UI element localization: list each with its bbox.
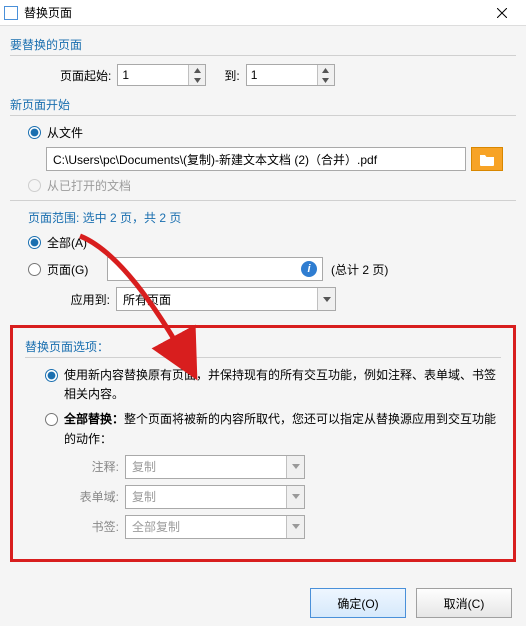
chevron-down-icon [194, 78, 201, 83]
apply-to-select[interactable]: 所有页面 [116, 287, 336, 311]
pages-radio-row: 页面(G) i (总计 2 页) [28, 257, 516, 281]
chevron-down-icon [292, 464, 300, 469]
page-range-row: 页面起始: 到: [10, 64, 516, 86]
group-label-new-page-start: 新页面开始 [10, 96, 516, 113]
page-start-input[interactable] [118, 65, 188, 85]
opt-full-replace-bold: 全部替换： [64, 412, 124, 426]
from-file-radio[interactable] [28, 126, 41, 139]
opt-full-replace-rest: 整个页面将被新的内容所取代，您还可以指定从替换源应用到交互功能的动作： [64, 412, 496, 445]
page-end-input[interactable] [247, 65, 317, 85]
page-start-down[interactable] [189, 75, 205, 85]
from-open-radio[interactable] [28, 179, 41, 192]
chevron-down-icon [292, 524, 300, 529]
browse-button[interactable] [471, 147, 503, 171]
close-button[interactable] [482, 0, 522, 26]
bookmark-row: 书签: 全部复制 [25, 515, 501, 539]
chevron-down-icon [292, 494, 300, 499]
pages-radio-label-wrap[interactable]: 页面(G) [28, 261, 107, 278]
chevron-down-icon [322, 78, 329, 83]
file-path-row [28, 147, 516, 171]
from-open-label: 从已打开的文档 [47, 177, 131, 194]
titlebar: 替换页面 [0, 0, 526, 26]
chevron-up-icon [194, 68, 201, 73]
info-icon[interactable]: i [301, 261, 317, 277]
opt-full-replace: 全部替换：整个页面将被新的内容所取代，您还可以指定从替换源应用到交互功能的动作： [25, 410, 501, 448]
page-end-spinner[interactable] [246, 64, 335, 86]
page-start-spinner[interactable] [117, 64, 206, 86]
apply-to-label: 应用到: [28, 291, 110, 308]
file-path-input[interactable] [46, 147, 466, 171]
page-end-down[interactable] [318, 75, 334, 85]
opt-keep-interactive-radio[interactable] [45, 369, 58, 382]
all-pages-radio-row[interactable]: 全部(A) [28, 234, 516, 251]
form-value: 复制 [126, 488, 286, 505]
apply-to-value: 所有页面 [117, 291, 317, 308]
group-label-replace-options: 替换页面选项： [25, 338, 501, 355]
annotation-select[interactable]: 复制 [125, 455, 305, 479]
form-label: 表单域: [69, 488, 119, 505]
opt-full-replace-radio[interactable] [45, 413, 58, 426]
opt-full-replace-text: 全部替换：整个页面将被新的内容所取代，您还可以指定从替换源应用到交互功能的动作： [64, 410, 501, 448]
chevron-up-icon [322, 68, 329, 73]
page-start-up[interactable] [189, 65, 205, 75]
replace-options-box: 替换页面选项： 使用新内容替换原有页面，并保持现有的所有交互功能，例如注释、表单… [10, 325, 516, 562]
apply-to-row: 应用到: 所有页面 [28, 287, 516, 311]
all-pages-label: 全部(A) [47, 234, 87, 251]
app-icon [4, 6, 18, 20]
all-pages-radio[interactable] [28, 236, 41, 249]
folder-icon [479, 153, 495, 166]
annotation-label: 注释: [69, 458, 119, 475]
divider [10, 55, 516, 56]
bookmark-select[interactable]: 全部复制 [125, 515, 305, 539]
ok-button[interactable]: 确定(O) [310, 588, 406, 618]
dialog-content: 要替换的页面 页面起始: 到: 新页面开始 [0, 26, 526, 626]
pages-input[interactable] [107, 257, 323, 281]
bookmark-caret [286, 516, 304, 538]
from-file-radio-row[interactable]: 从文件 [28, 124, 516, 141]
bookmark-value: 全部复制 [126, 518, 286, 535]
from-file-label: 从文件 [47, 124, 83, 141]
opt-full-replace-label[interactable]: 全部替换：整个页面将被新的内容所取代，您还可以指定从替换源应用到交互功能的动作： [45, 410, 501, 448]
chevron-down-icon [323, 297, 331, 302]
bookmark-label: 书签: [69, 518, 119, 535]
page-start-label: 页面起始: [60, 67, 111, 84]
group-label-pages-to-replace: 要替换的页面 [10, 36, 516, 53]
annotation-caret [286, 456, 304, 478]
opt-keep-interactive-label[interactable]: 使用新内容替换原有页面，并保持现有的所有交互功能，例如注释、表单域、书签相关内容… [45, 366, 501, 404]
form-row: 表单域: 复制 [25, 485, 501, 509]
opt-keep-interactive-text: 使用新内容替换原有页面，并保持现有的所有交互功能，例如注释、表单域、书签相关内容… [64, 366, 501, 404]
page-end-up[interactable] [318, 65, 334, 75]
annotation-value: 复制 [126, 458, 286, 475]
window-title: 替换页面 [24, 4, 482, 21]
opt-keep-interactive: 使用新内容替换原有页面，并保持现有的所有交互功能，例如注释、表单域、书签相关内容… [25, 366, 501, 404]
close-icon [497, 8, 507, 18]
apply-to-caret [317, 288, 335, 310]
form-select[interactable]: 复制 [125, 485, 305, 509]
total-pages-label: (总计 2 页) [331, 261, 388, 278]
section-new-page-start: 新页面开始 从文件 从已打开的文档 页面范围: 选中 2 页，共 2 页 [10, 96, 516, 311]
divider [10, 200, 516, 201]
annotation-row: 注释: 复制 [25, 455, 501, 479]
divider [25, 357, 501, 358]
page-range-heading: 页面范围: 选中 2 页，共 2 页 [28, 209, 516, 226]
cancel-button[interactable]: 取消(C) [416, 588, 512, 618]
divider [10, 115, 516, 116]
button-bar: 确定(O) 取消(C) [310, 588, 512, 618]
from-open-radio-row[interactable]: 从已打开的文档 [28, 177, 516, 194]
section-pages-to-replace: 要替换的页面 页面起始: 到: [10, 36, 516, 86]
pages-label: 页面(G) [47, 261, 107, 278]
form-caret [286, 486, 304, 508]
page-to-label: 到: [224, 67, 239, 84]
pages-radio[interactable] [28, 263, 41, 276]
